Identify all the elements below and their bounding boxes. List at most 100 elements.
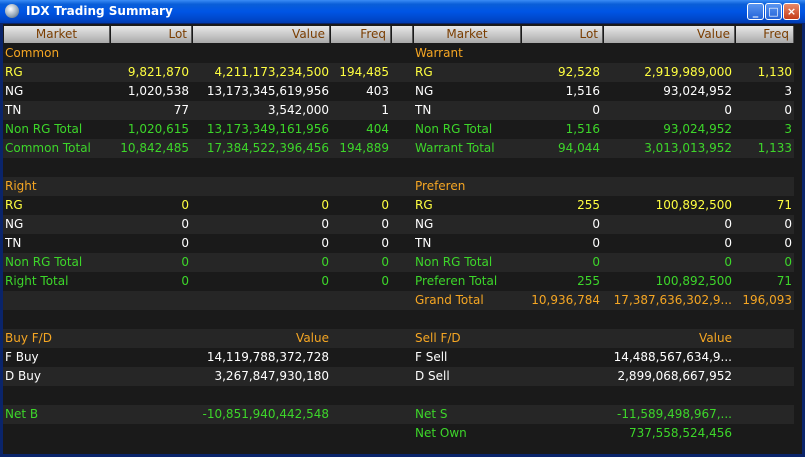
right-freq-cell: 0 <box>784 236 792 250</box>
right-lot-cell <box>522 348 600 367</box>
table-row[interactable]: NG 0 0 0 NG 0 0 0 <box>3 215 794 234</box>
right-lot-cell <box>522 424 600 443</box>
left-lot-cell <box>111 348 189 367</box>
table-row[interactable]: Non RG Total 0 0 0 Non RG Total 0 0 0 <box>3 253 794 272</box>
right-label-cell: Preferen Total <box>415 274 498 288</box>
right-value-cell: 0 <box>724 255 732 269</box>
right-label-cell: Warrant Total <box>415 141 495 155</box>
close-button[interactable]: × <box>783 3 800 20</box>
minimize-button[interactable]: _ <box>747 3 764 20</box>
col-header-market-left[interactable]: Market <box>4 26 110 43</box>
app-globe-icon <box>5 4 19 18</box>
right-freq-cell: 3 <box>784 122 792 136</box>
left-label-cell <box>5 291 109 310</box>
table-row[interactable] <box>3 310 794 329</box>
left-freq-cell: 194,889 <box>339 141 389 155</box>
title-bar[interactable]: IDX Trading Summary _ □ × <box>0 0 805 23</box>
right-value-cell: 2,919,989,000 <box>644 65 732 79</box>
right-freq-cell: 1,130 <box>757 65 792 79</box>
table-row[interactable]: Grand Total 10,936,784 17,387,636,302,9...… <box>3 291 794 310</box>
right-freq-cell <box>736 386 792 405</box>
left-value-cell: 0 <box>321 255 329 269</box>
table-row[interactable] <box>3 158 794 177</box>
right-value-cell: 2,899,068,667,952 <box>617 369 732 383</box>
table-row[interactable]: Right Preferen <box>3 177 794 196</box>
left-freq-cell <box>331 386 389 405</box>
table-row[interactable]: Buy F/D Value Sell F/D Value <box>3 329 794 348</box>
vertical-scrollbar[interactable] <box>794 26 802 454</box>
col-header-freq-right[interactable]: Freq <box>736 26 794 43</box>
col-header-lot-right[interactable]: Lot <box>522 26 603 43</box>
right-label-cell: TN <box>415 236 432 250</box>
left-lot-cell <box>111 367 189 386</box>
table-row[interactable]: Net Own 737,558,524,456 <box>3 424 794 443</box>
right-lot-cell: 10,936,784 <box>531 293 600 307</box>
table-row[interactable]: Net B -10,851,940,442,548 Net S -11,589,498… <box>3 405 794 424</box>
left-lot-cell: 0 <box>181 255 189 269</box>
right-label-cell <box>415 386 519 405</box>
right-freq-cell <box>736 310 792 329</box>
table-row[interactable]: TN 0 0 0 TN 0 0 0 <box>3 234 794 253</box>
right-lot-cell <box>522 367 600 386</box>
summary-grid: Market Lot Value Freq Market Lot Value F… <box>3 24 802 454</box>
right-value-cell <box>604 310 732 329</box>
table-row[interactable]: Non RG Total 1,020,615 13,173,349,161,956 4… <box>3 120 794 139</box>
table-row[interactable]: D Buy 3,267,847,930,180 D Sell 2,899,068,66… <box>3 367 794 386</box>
right-label-cell <box>415 158 519 177</box>
table-row[interactable]: F Buy 14,119,788,372,728 F Sell 14,488,567,… <box>3 348 794 367</box>
table-row[interactable]: RG 0 0 0 RG 255 100,892,500 71 <box>3 196 794 215</box>
right-lot-cell <box>522 329 600 348</box>
left-freq-cell: 0 <box>381 217 389 231</box>
left-value-cell: 4,211,173,234,500 <box>214 65 329 79</box>
table-row[interactable]: Right Total 0 0 0 Preferen Total 255 100,892,5… <box>3 272 794 291</box>
right-value-cell: 100,892,500 <box>655 274 732 288</box>
right-freq-cell: 196,093 <box>742 293 792 307</box>
table-row[interactable]: RG 9,821,870 4,211,173,234,500 194,485 RG 92,… <box>3 63 794 82</box>
left-label-cell: RG <box>5 198 23 212</box>
left-lot-cell <box>111 386 189 405</box>
right-label-cell: Net Own <box>415 426 467 440</box>
left-value-cell <box>193 424 329 443</box>
table-row[interactable]: TN 77 3,542,000 1 TN 0 0 0 <box>3 101 794 120</box>
col-header-value-left[interactable]: Value <box>193 26 330 43</box>
table-row[interactable] <box>3 386 794 405</box>
left-value-cell: 0 <box>321 217 329 231</box>
left-lot-cell: 1,020,615 <box>127 122 189 136</box>
right-value-cell: 0 <box>724 217 732 231</box>
col-header-market-right[interactable]: Market <box>414 26 521 43</box>
left-label-cell <box>5 158 109 177</box>
left-lot-cell <box>111 44 189 63</box>
col-header-lot-left[interactable]: Lot <box>111 26 192 43</box>
left-label-cell <box>5 386 109 405</box>
right-value-cell: 100,892,500 <box>655 198 732 212</box>
col-header-freq-left[interactable]: Freq <box>331 26 391 43</box>
right-lot-cell <box>522 405 600 424</box>
table-row[interactable]: Common Warrant <box>3 44 794 63</box>
right-freq-cell <box>736 367 792 386</box>
maximize-button[interactable]: □ <box>765 3 782 20</box>
left-freq-cell <box>331 348 389 367</box>
left-value-cell: -10,851,940,442,548 <box>202 407 329 421</box>
col-header-value-right[interactable]: Value <box>604 26 735 43</box>
right-freq-cell: 0 <box>784 217 792 231</box>
right-label-cell: Preferen <box>415 179 466 193</box>
right-label-cell: Net S <box>415 407 448 421</box>
right-lot-cell: 0 <box>592 103 600 117</box>
right-label-cell: NG <box>415 84 434 98</box>
right-freq-cell: 71 <box>776 274 792 288</box>
right-value-cell <box>604 177 732 196</box>
right-freq-cell: 3 <box>784 84 792 98</box>
left-label-cell <box>5 310 109 329</box>
right-label-cell <box>415 310 519 329</box>
right-label-cell: Non RG Total <box>415 122 493 136</box>
left-label-cell: F Buy <box>5 350 39 364</box>
right-lot-cell <box>522 44 600 63</box>
left-lot-cell: 0 <box>181 274 189 288</box>
left-value-cell <box>193 158 329 177</box>
table-row[interactable]: Common Total 10,842,485 17,384,522,396,456… <box>3 139 794 158</box>
left-lot-cell <box>111 291 189 310</box>
right-freq-cell <box>736 44 792 63</box>
minimize-icon: _ <box>752 5 759 18</box>
table-row[interactable]: NG 1,020,538 13,173,345,619,956 403 NG 1,516 9… <box>3 82 794 101</box>
left-label-cell: Net B <box>5 407 39 421</box>
